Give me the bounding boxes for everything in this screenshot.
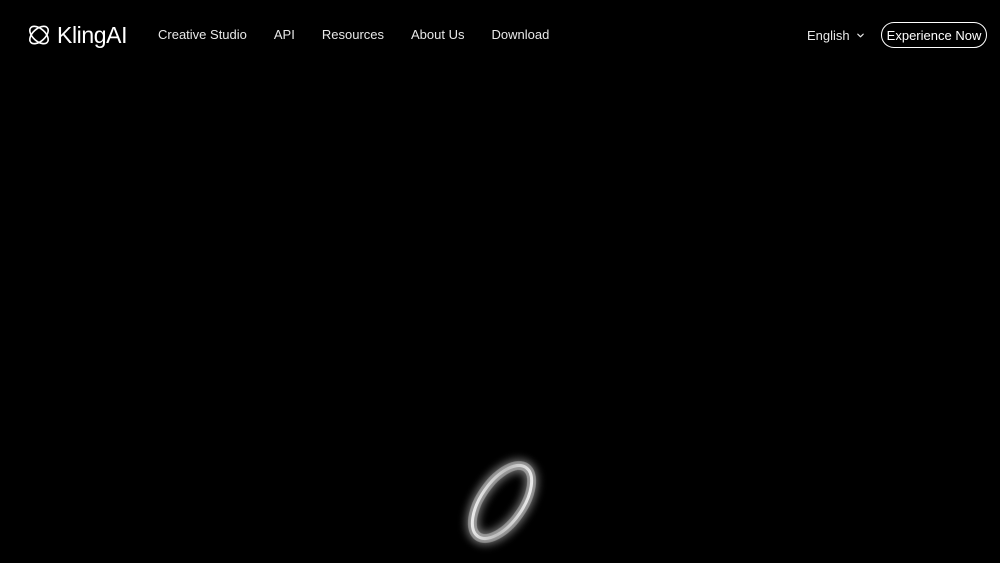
nav-item-creative-studio[interactable]: Creative Studio: [158, 25, 247, 45]
nav-item-download[interactable]: Download: [491, 25, 549, 45]
experience-now-button[interactable]: Experience Now: [881, 22, 987, 48]
glowing-ring-graphic: [467, 461, 537, 543]
klingai-logo-icon: [29, 25, 49, 45]
language-selector[interactable]: English: [807, 25, 865, 45]
page: KlingAI Creative Studio API Resources Ab…: [0, 0, 1000, 563]
logo-wordmark: KlingAI: [57, 22, 128, 48]
language-label: English: [807, 27, 850, 43]
nav-item-api[interactable]: API: [274, 25, 295, 45]
klingai-logo[interactable]: KlingAI: [26, 20, 127, 50]
chevron-down-icon: [856, 33, 864, 37]
glowing-ring-visual: [445, 440, 560, 563]
nav-item-resources[interactable]: Resources: [322, 25, 384, 45]
main-nav: Creative Studio API Resources About Us D…: [158, 25, 576, 45]
top-navigation-bar: KlingAI Creative Studio API Resources Ab…: [0, 0, 1000, 70]
nav-item-about-us[interactable]: About Us: [411, 25, 464, 45]
